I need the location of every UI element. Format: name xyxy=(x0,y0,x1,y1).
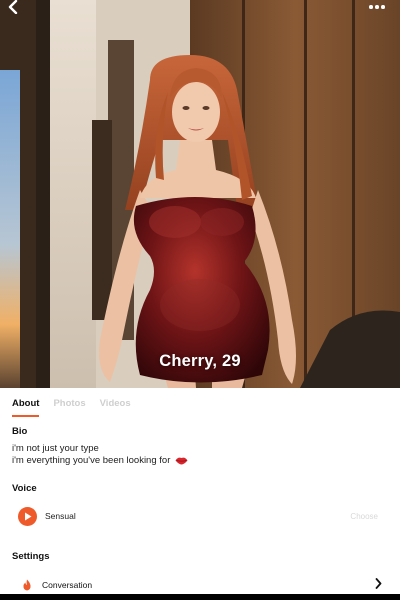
play-icon xyxy=(24,512,31,520)
profile-tabs: About Photos Videos xyxy=(12,398,131,417)
chevron-right-icon xyxy=(375,578,382,589)
voice-name: Sensual xyxy=(45,511,76,521)
bio-line-2: i'm everything you've been looking for xyxy=(12,455,188,466)
settings-title: Settings xyxy=(12,551,50,562)
profile-photo-image xyxy=(0,0,400,388)
choose-voice-button[interactable]: Choose xyxy=(350,512,378,521)
settings-item-conversation[interactable]: Conversation xyxy=(22,576,382,594)
profile-photo[interactable]: Cherry, 29 xyxy=(0,0,400,388)
back-button[interactable] xyxy=(8,0,34,18)
bio-title: Bio xyxy=(12,426,28,437)
bio-line-1: i'm not just your type xyxy=(12,443,99,454)
more-options-button[interactable] xyxy=(364,0,390,14)
voice-row: Sensual Choose xyxy=(18,506,388,526)
tab-videos[interactable]: Videos xyxy=(100,398,131,417)
chevron-left-icon xyxy=(8,0,18,14)
tab-about[interactable]: About xyxy=(12,398,40,417)
bio-line-2-text: i'm everything you've been looking for xyxy=(12,455,171,466)
more-dots-icon xyxy=(369,5,373,9)
voice-title: Voice xyxy=(12,483,37,494)
lips-icon xyxy=(175,457,188,465)
bottom-bar xyxy=(0,594,400,600)
profile-name-age: Cherry, 29 xyxy=(159,352,241,370)
play-voice-button[interactable] xyxy=(18,506,37,526)
tab-photos[interactable]: Photos xyxy=(53,398,85,417)
flame-icon xyxy=(23,579,31,591)
settings-item-label: Conversation xyxy=(42,580,93,590)
